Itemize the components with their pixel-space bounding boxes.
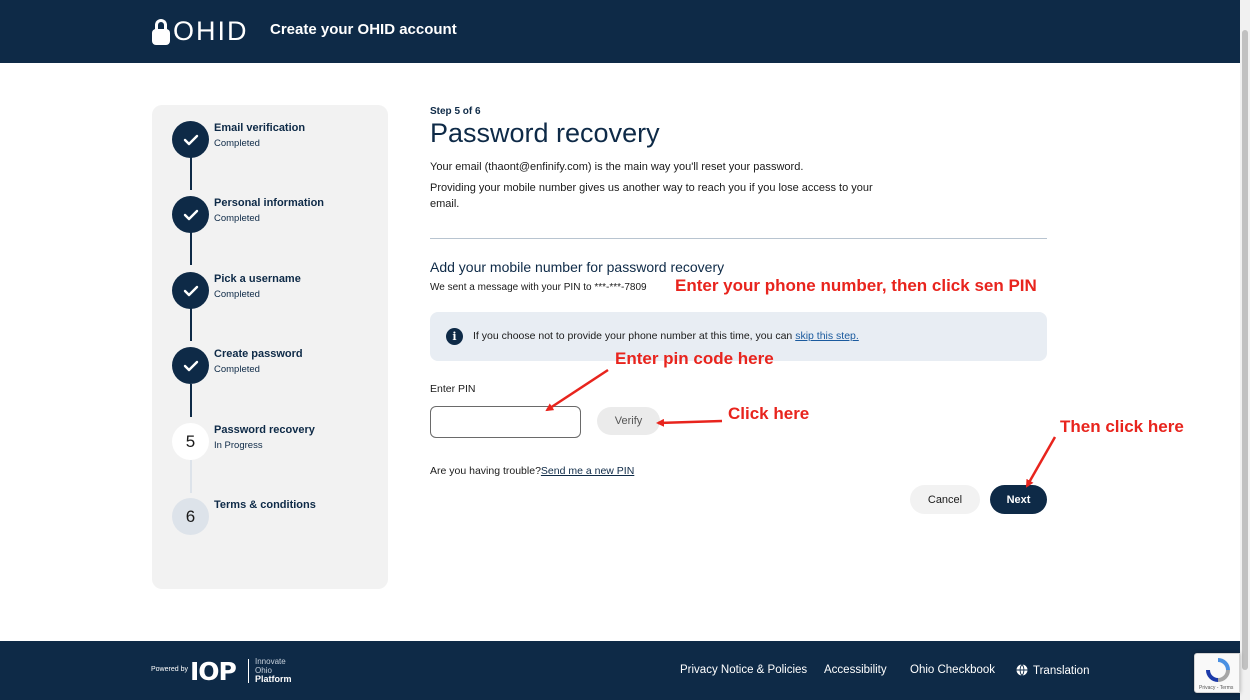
step-label: Password recovery: [214, 424, 315, 436]
annotation-phone: Enter your phone number, then click sen …: [675, 276, 1037, 295]
step-label: Terms & conditions: [214, 499, 316, 511]
check-icon: [172, 272, 209, 309]
step-status: Completed: [214, 364, 260, 375]
progress-sidebar: Email verification Completed Personal in…: [152, 105, 388, 589]
footer-link-privacy[interactable]: Privacy Notice & Policies: [680, 664, 807, 676]
iop-logo[interactable]: IOP: [190, 657, 237, 686]
skip-step-link[interactable]: skip this step.: [795, 330, 859, 342]
check-icon: [172, 196, 209, 233]
scrollbar[interactable]: [1240, 0, 1250, 700]
step-email-verification: Email verification Completed: [172, 121, 382, 161]
step-connector: [190, 308, 192, 341]
header-title: Create your OHID account: [270, 21, 457, 38]
step-label: Create password: [214, 348, 303, 360]
check-icon: [172, 121, 209, 158]
platform-wordmark: Innovate Ohio Platform: [255, 657, 292, 684]
scrollbar-thumb[interactable]: [1242, 30, 1248, 670]
page-title: Password recovery: [430, 118, 660, 148]
section-title: Add your mobile number for password reco…: [430, 259, 725, 275]
info-text: If you choose not to provide your phone …: [473, 330, 859, 342]
next-button[interactable]: Next: [990, 485, 1047, 514]
step-label: Email verification: [214, 122, 306, 134]
annotation-next: Then click here: [1060, 417, 1184, 436]
intro-mobile: Providing your mobile number gives us an…: [430, 182, 873, 210]
step-indicator: Step 5 of 6: [430, 106, 481, 117]
logo-text: OHID: [173, 16, 249, 46]
recaptcha-icon: [1206, 658, 1230, 682]
pin-input[interactable]: [430, 406, 581, 438]
step-number: 6: [172, 498, 209, 535]
step-number: 5: [172, 423, 209, 460]
recaptcha-badge[interactable]: Privacy - Terms: [1194, 653, 1240, 693]
pin-label: Enter PIN: [430, 383, 476, 395]
footer-link-checkbook[interactable]: Ohio Checkbook: [910, 664, 995, 676]
step-connector: [190, 460, 192, 493]
site-footer: Powered by IOP Innovate Ohio Platform Pr…: [0, 641, 1240, 700]
step-status: In Progress: [214, 440, 263, 451]
footer-link-accessibility[interactable]: Accessibility: [824, 664, 887, 676]
step-label: Pick a username: [214, 273, 301, 285]
intro-email: Your email (thaont@enfinify.com) is the …: [430, 161, 804, 173]
info-icon: i: [446, 328, 463, 345]
step-status: Completed: [214, 138, 260, 149]
footer-link-translation[interactable]: Translation: [1016, 664, 1089, 677]
step-terms-conditions: 6 Terms & conditions: [172, 498, 382, 538]
step-status: Completed: [214, 213, 260, 224]
powered-by: Powered by: [151, 666, 188, 673]
ohid-logo[interactable]: OHID: [152, 16, 249, 47]
trouble-text: Are you having trouble?Send me a new PIN: [430, 465, 635, 477]
annotation-verify: Click here: [728, 404, 810, 423]
resend-pin-link[interactable]: Send me a new PIN: [541, 465, 634, 477]
arrow-to-verify: [656, 418, 723, 427]
recaptcha-text: Privacy - Terms: [1199, 685, 1234, 691]
pin-sent-message: We sent a message with your PIN to ***-*…: [430, 282, 647, 293]
arrow-to-pin: [545, 368, 609, 412]
step-status: Completed: [214, 289, 260, 300]
step-password-recovery: 5 Password recovery In Progress: [172, 423, 382, 463]
step-connector: [190, 157, 192, 190]
globe-icon: [1016, 664, 1028, 676]
logo-divider: [248, 659, 249, 683]
check-icon: [172, 347, 209, 384]
lock-icon: [152, 18, 170, 45]
site-header: OHID Create your OHID account: [0, 0, 1240, 63]
step-create-password: Create password Completed: [172, 347, 382, 387]
verify-button[interactable]: Verify: [597, 407, 660, 435]
step-label: Personal information: [214, 197, 325, 209]
step-personal-information: Personal information Completed: [172, 196, 382, 236]
divider: [430, 238, 1047, 239]
step-connector: [190, 232, 192, 265]
step-pick-username: Pick a username Completed: [172, 272, 382, 312]
cancel-button[interactable]: Cancel: [910, 485, 980, 514]
step-connector: [190, 384, 192, 417]
arrow-to-next: [1025, 436, 1057, 488]
annotation-pin: Enter pin code here: [615, 349, 774, 368]
